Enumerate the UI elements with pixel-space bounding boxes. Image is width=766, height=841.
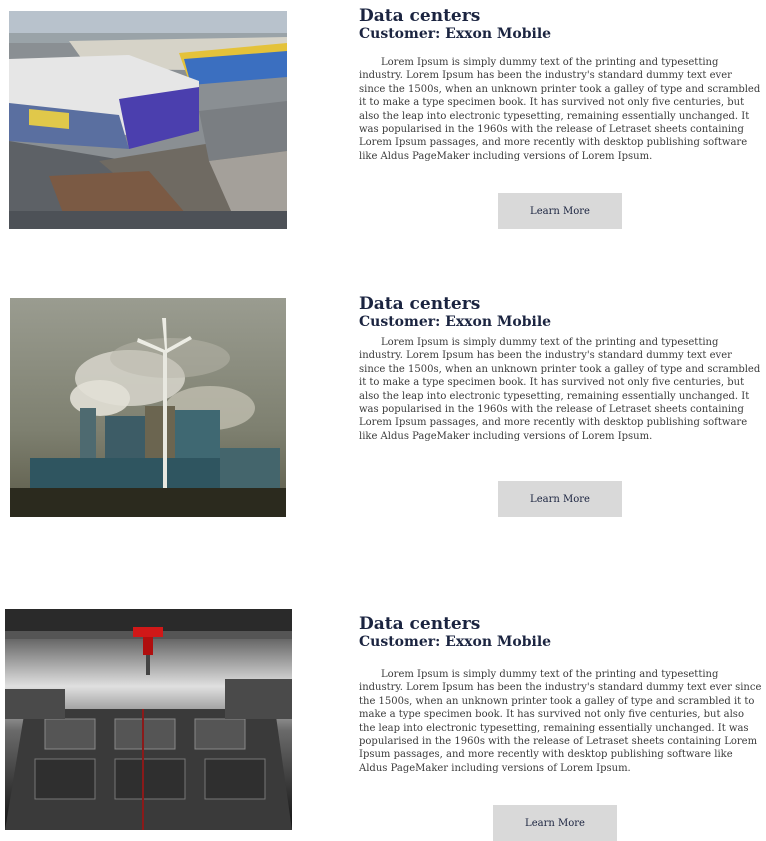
project-title: Data centers [359,614,481,634]
power-plant-photo [10,298,286,517]
learn-more-button[interactable]: Learn More [493,805,617,841]
project-customer: Customer: Exxon Mobile [359,314,552,330]
project-card: Data centers Customer: Exxon Mobile Lore… [0,600,766,841]
project-customer: Customer: Exxon Mobile [359,634,552,650]
circuit-board-photo [5,609,292,830]
project-card-text: Data centers Customer: Exxon Mobile Lore… [359,7,761,163]
project-customer: Customer: Exxon Mobile [359,26,552,42]
data-center-aerial-photo [9,11,287,229]
project-description: Lorem Ipsum is simply dummy text of the … [359,337,761,442]
project-title: Data centers [359,6,481,26]
project-description: Lorem Ipsum is simply dummy text of the … [359,57,761,162]
learn-more-button[interactable]: Learn More [498,481,622,517]
project-card-text: Data centers Customer: Exxon Mobile Lore… [359,295,761,443]
learn-more-button[interactable]: Learn More [498,193,622,229]
project-description: Lorem Ipsum is simply dummy text of the … [359,669,762,774]
project-title: Data centers [359,294,481,314]
project-card: Data centers Customer: Exxon Mobile Lore… [0,0,766,240]
project-card-text: Data centers Customer: Exxon Mobile Lore… [359,615,763,775]
project-card: Data centers Customer: Exxon Mobile Lore… [0,290,766,530]
